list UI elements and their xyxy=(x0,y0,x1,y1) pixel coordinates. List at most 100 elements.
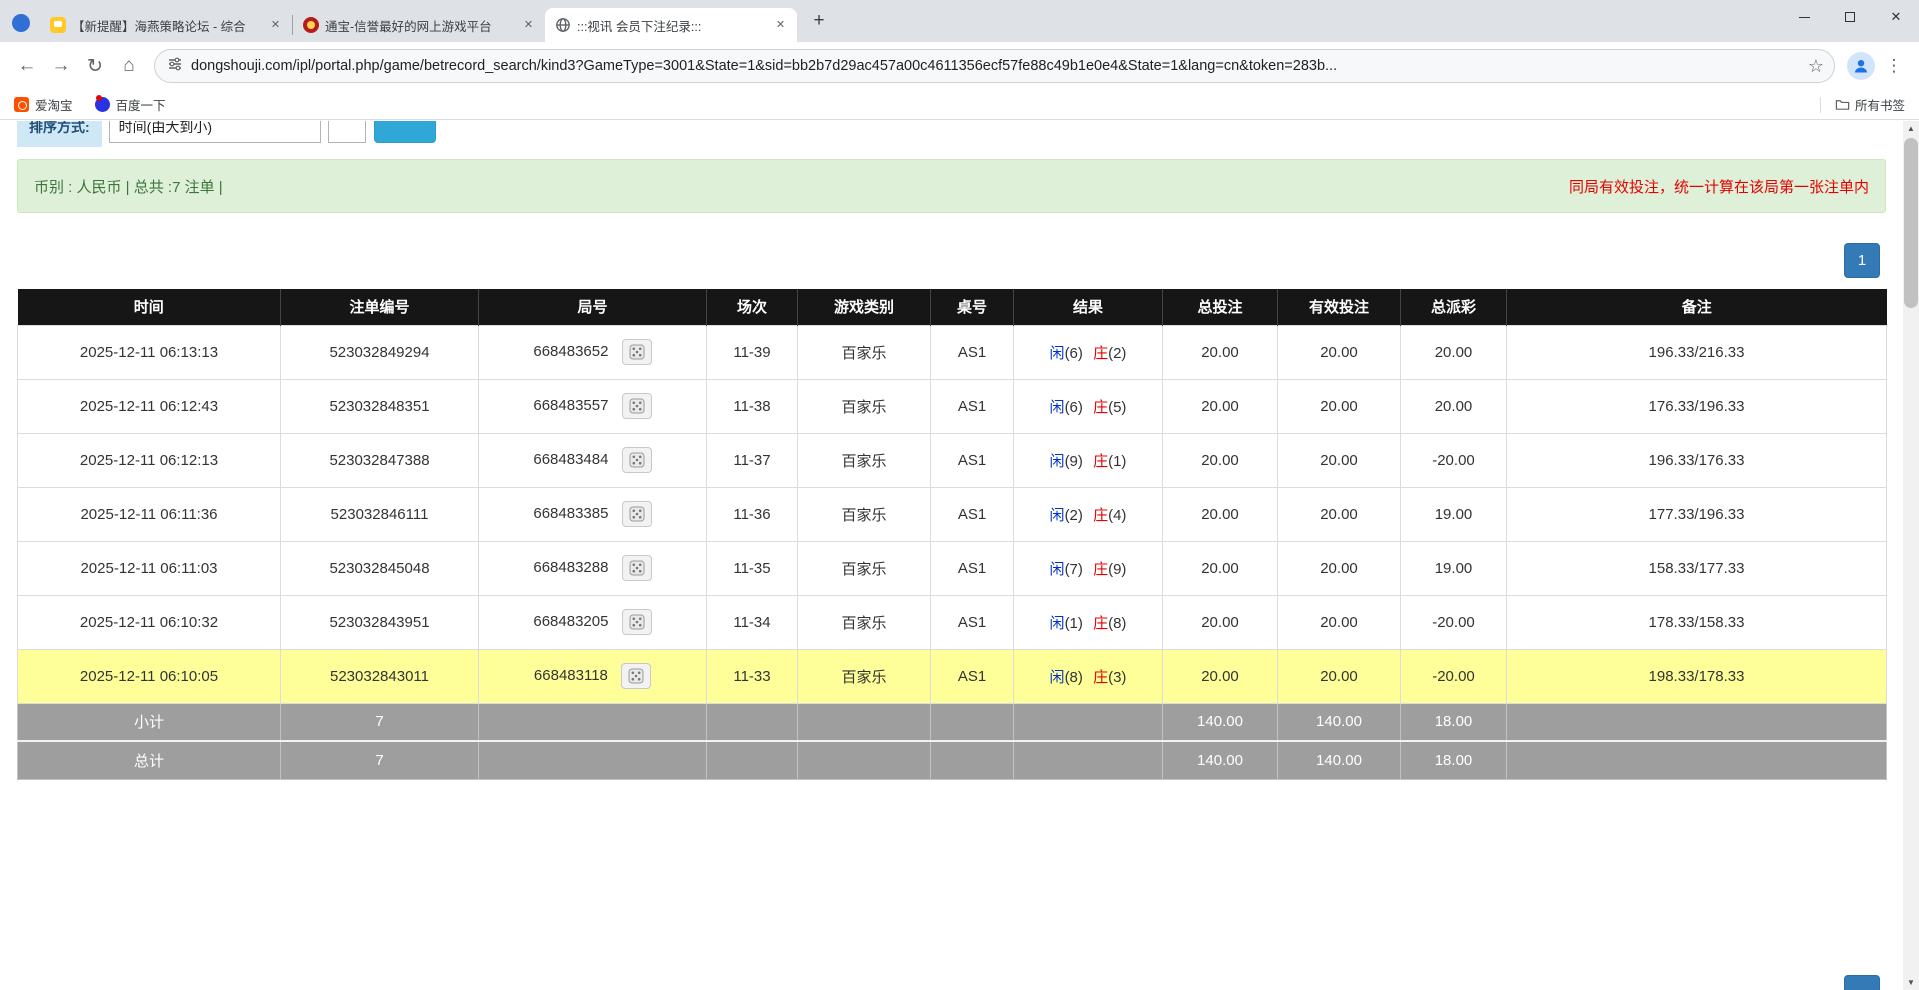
reload-button[interactable]: ↻ xyxy=(78,49,112,83)
cell-table-no: AS1 xyxy=(931,325,1014,379)
bookmark-baidu[interactable]: 百度一下 xyxy=(95,95,166,114)
cell-bet-no: 523032843011 xyxy=(281,649,479,703)
tab-close-icon[interactable]: ✕ xyxy=(520,17,537,34)
tab-bet-records-active[interactable]: :::视讯 会员下注纪录::: ✕ xyxy=(545,8,797,42)
tab-close-icon[interactable]: ✕ xyxy=(772,17,789,34)
all-bookmarks[interactable]: 所有书签 xyxy=(1820,95,1905,114)
address-bar[interactable]: dongshouji.com/ipl/portal.php/game/betre… xyxy=(154,49,1835,83)
header-game-type: 游戏类别 xyxy=(798,289,931,325)
subtotal-row: 小计 7 140.00 140.00 18.00 xyxy=(18,703,1887,741)
cell-time: 2025-12-11 06:11:36 xyxy=(18,487,281,541)
search-button[interactable] xyxy=(374,121,436,143)
cell-bet-no: 523032845048 xyxy=(281,541,479,595)
tab-tongbao[interactable]: 通宝-信誉最好的网上游戏平台 ✕ xyxy=(293,8,545,42)
summary-bar: 币别 : 人民币 | 总共 :7 注单 | 同局有效投注，统一计算在该局第一张注… xyxy=(17,159,1886,213)
forward-button[interactable]: → xyxy=(44,49,78,83)
cell-total-bet[interactable]: 20.00 xyxy=(1163,595,1278,649)
scroll-down-icon[interactable]: ▼ xyxy=(1903,975,1919,990)
result-player: 闲 xyxy=(1050,345,1065,362)
cell-table-no: AS1 xyxy=(931,541,1014,595)
cell-payout: 19.00 xyxy=(1401,541,1507,595)
page-1-button[interactable]: 1 xyxy=(1844,243,1880,278)
sort-select[interactable]: 时间(由大到小) xyxy=(109,121,321,143)
browser-menu-button[interactable]: ⋮ xyxy=(1879,56,1909,76)
profile-avatar[interactable] xyxy=(1847,52,1875,80)
cell-session: 11-36 xyxy=(707,487,798,541)
cell-result: 闲(6) 庄(5) xyxy=(1014,379,1163,433)
summary-notice: 同局有效投注，统一计算在该局第一张注单内 xyxy=(1569,176,1869,197)
replay-dice-button[interactable] xyxy=(622,609,652,635)
table-row: 2025-12-11 06:12:43 523032848351 6684835… xyxy=(18,379,1887,433)
vertical-scrollbar[interactable]: ▲ ▼ xyxy=(1903,121,1919,990)
cell-total-bet[interactable]: 20.00 xyxy=(1163,433,1278,487)
bookmark-star-icon[interactable]: ☆ xyxy=(1808,56,1824,77)
bet-table-body: 2025-12-11 06:13:13 523032849294 6684836… xyxy=(18,325,1887,703)
sort-select-value: 时间(由大到小) xyxy=(119,121,212,137)
result-banker: 庄 xyxy=(1093,399,1108,416)
filter-row: 排序方式: 时间(由大到小) xyxy=(17,121,436,147)
bookmark-taobao[interactable]: 爱淘宝 xyxy=(14,95,73,114)
folder-icon xyxy=(1835,97,1850,112)
browser-logo-icon xyxy=(12,14,30,32)
cell-note: 178.33/158.33 xyxy=(1507,595,1887,649)
result-player-num: (2) xyxy=(1065,507,1083,524)
result-player: 闲 xyxy=(1050,615,1065,632)
cell-result: 闲(1) 庄(8) xyxy=(1014,595,1163,649)
cell-game-type: 百家乐 xyxy=(798,325,931,379)
result-banker: 庄 xyxy=(1093,507,1108,524)
cell-round-no: 668483557 xyxy=(479,379,707,433)
maximize-button[interactable] xyxy=(1827,0,1873,34)
close-button[interactable]: ✕ xyxy=(1873,0,1919,34)
cell-total-bet[interactable]: 20.00 xyxy=(1163,541,1278,595)
cell-total-bet[interactable]: 20.00 xyxy=(1163,487,1278,541)
replay-dice-button[interactable] xyxy=(622,447,652,473)
cell-round-no: 668483288 xyxy=(479,541,707,595)
back-button[interactable]: ← xyxy=(10,49,44,83)
replay-dice-button[interactable] xyxy=(622,501,652,527)
new-tab-button[interactable]: + xyxy=(805,8,833,36)
cell-total-bet[interactable]: 20.00 xyxy=(1163,325,1278,379)
cell-valid-bet: 20.00 xyxy=(1278,379,1401,433)
page-1-button-bottom[interactable] xyxy=(1844,975,1880,990)
scroll-up-icon[interactable]: ▲ xyxy=(1903,121,1919,136)
result-banker-num: (4) xyxy=(1108,507,1126,524)
header-note: 备注 xyxy=(1507,289,1887,325)
site-settings-icon[interactable] xyxy=(167,56,183,77)
bookmarks-bar: 爱淘宝 百度一下 所有书签 xyxy=(0,90,1919,120)
tab-title: 通宝-信誉最好的网上游戏平台 xyxy=(325,16,514,35)
result-banker: 庄 xyxy=(1093,345,1108,362)
cell-bet-no: 523032843951 xyxy=(281,595,479,649)
result-player-num: (6) xyxy=(1065,399,1083,416)
subtotal-total-bet: 140.00 xyxy=(1163,703,1278,741)
replay-dice-button[interactable] xyxy=(622,555,652,581)
header-payout: 总派彩 xyxy=(1401,289,1507,325)
subtotal-label: 小计 xyxy=(18,703,281,741)
replay-dice-button[interactable] xyxy=(622,393,652,419)
minimize-icon xyxy=(1799,17,1810,18)
dice-icon xyxy=(629,398,645,414)
tab-close-icon[interactable]: ✕ xyxy=(267,17,284,34)
home-button[interactable]: ⌂ xyxy=(112,49,146,83)
cell-result: 闲(6) 庄(2) xyxy=(1014,325,1163,379)
round-no-text: 668483385 xyxy=(533,505,608,522)
replay-dice-button[interactable] xyxy=(621,663,651,689)
cell-round-no: 668483484 xyxy=(479,433,707,487)
table-row: 2025-12-11 06:12:13 523032847388 6684834… xyxy=(18,433,1887,487)
minimize-button[interactable] xyxy=(1781,0,1827,34)
replay-dice-button[interactable] xyxy=(622,339,652,365)
cell-time: 2025-12-11 06:10:05 xyxy=(18,649,281,703)
result-banker: 庄 xyxy=(1093,669,1108,686)
scrollbar-thumb[interactable] xyxy=(1904,138,1918,308)
cell-result: 闲(8) 庄(3) xyxy=(1014,649,1163,703)
cell-total-bet[interactable]: 20.00 xyxy=(1163,649,1278,703)
result-banker-num: (5) xyxy=(1108,399,1126,416)
cell-total-bet[interactable]: 20.00 xyxy=(1163,379,1278,433)
cell-note: 158.33/177.33 xyxy=(1507,541,1887,595)
filter-mini-input[interactable] xyxy=(328,121,366,143)
result-banker-num: (1) xyxy=(1108,453,1126,470)
subtotal-valid-bet: 140.00 xyxy=(1278,703,1401,741)
cell-game-type: 百家乐 xyxy=(798,487,931,541)
cell-table-no: AS1 xyxy=(931,649,1014,703)
cell-result: 闲(7) 庄(9) xyxy=(1014,541,1163,595)
tab-forum[interactable]: 【新提醒】海燕策略论坛 - 综合 ✕ xyxy=(40,8,292,42)
